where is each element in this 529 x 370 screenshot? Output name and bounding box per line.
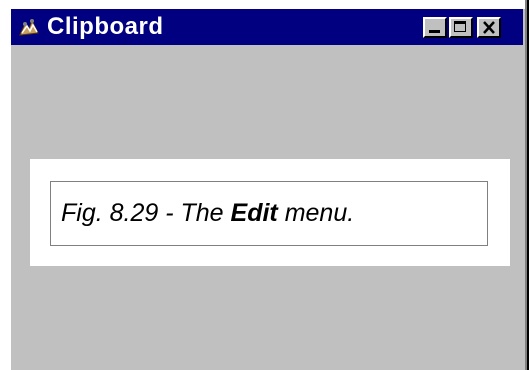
clipboard-content-area: Fig. 8.29 - The Edit menu.	[11, 45, 523, 370]
caption-panel: Fig. 8.29 - The Edit menu.	[30, 159, 510, 266]
minimize-button[interactable]	[423, 17, 447, 38]
figure-caption: Fig. 8.29 - The Edit menu.	[61, 198, 354, 228]
caption-prefix: Fig. 8.29 - The	[61, 199, 231, 227]
caption-bold-word: Edit	[230, 199, 278, 227]
window-frame-top	[0, 0, 529, 9]
maximize-button[interactable]	[449, 17, 473, 38]
window-title: Clipboard	[47, 13, 164, 40]
window-frame-left	[0, 0, 11, 370]
minimize-icon	[429, 30, 440, 33]
caption-suffix: menu.	[277, 199, 355, 227]
clipboard-app-icon[interactable]	[17, 15, 41, 39]
clipboard-window: Clipboard Fig. 8.29 - The Edit menu.	[0, 0, 529, 370]
caption-box: Fig. 8.29 - The Edit menu.	[50, 181, 488, 246]
maximize-icon	[454, 21, 466, 32]
close-icon	[481, 19, 497, 36]
title-bar[interactable]: Clipboard	[11, 9, 523, 45]
close-button[interactable]	[477, 17, 501, 38]
